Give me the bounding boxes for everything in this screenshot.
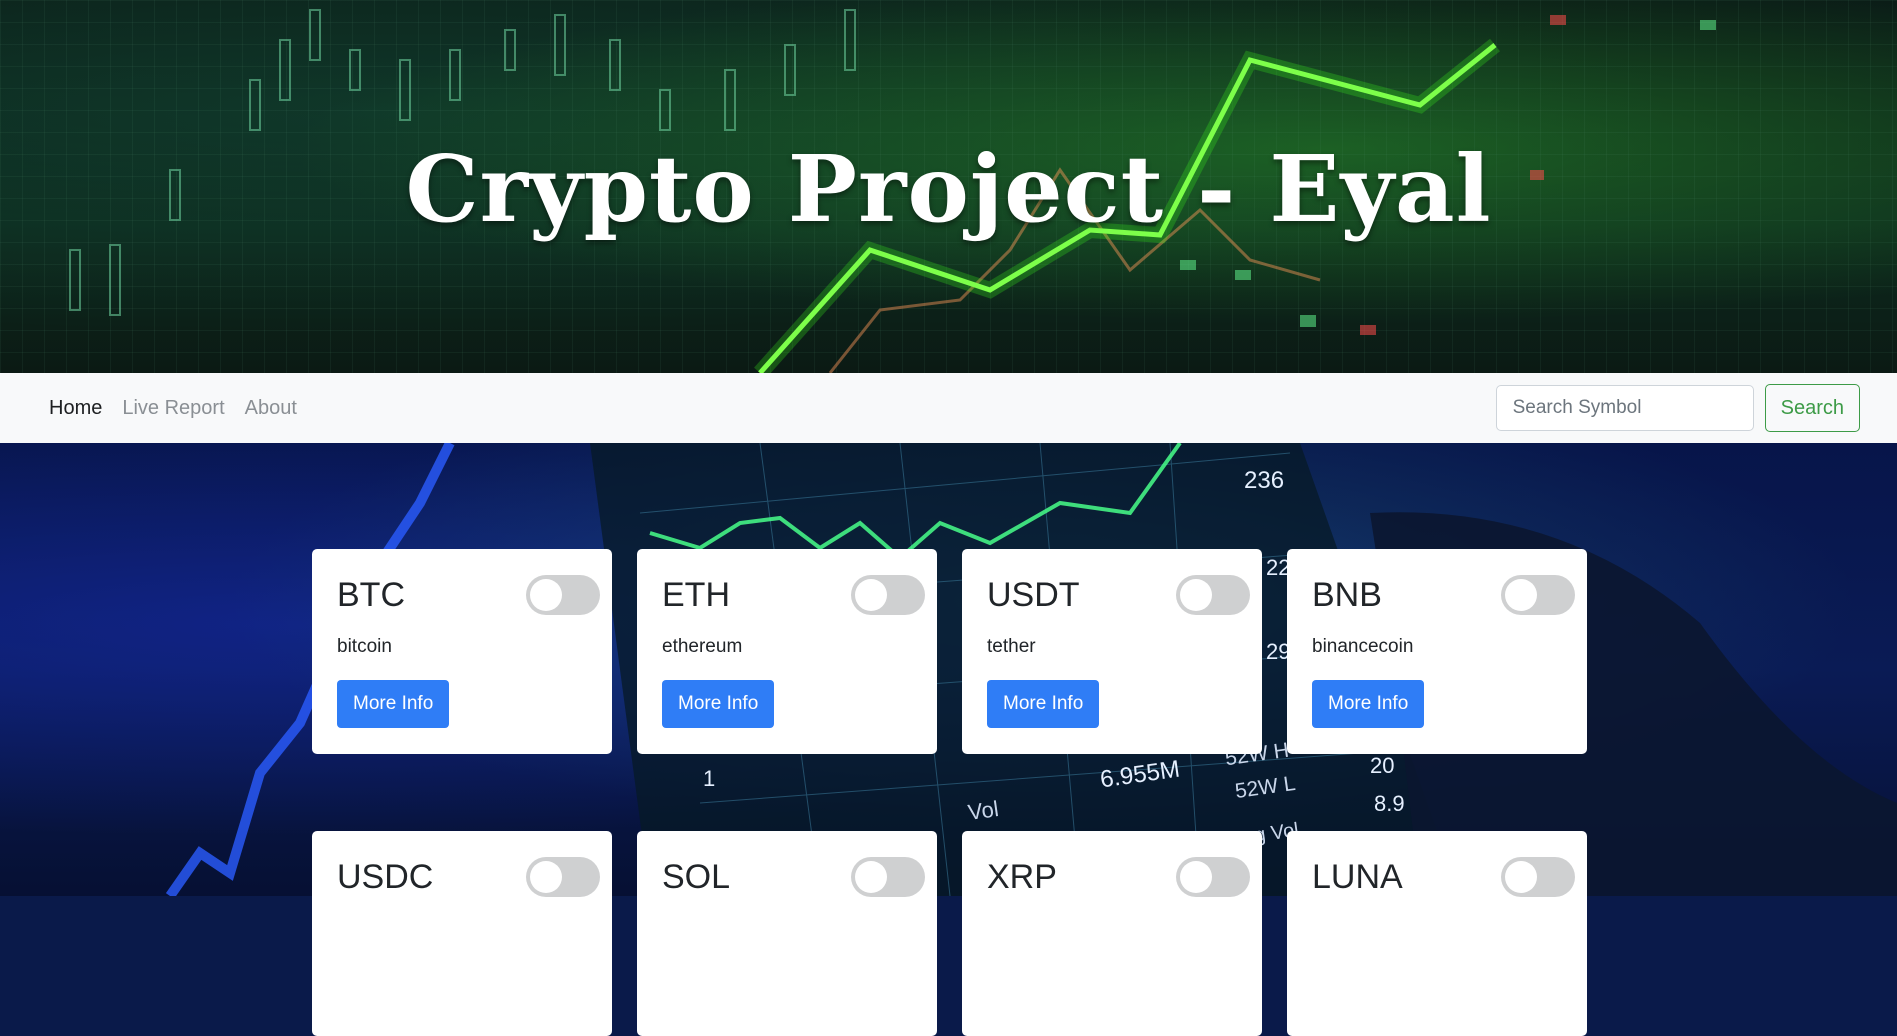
toggle-knob <box>1505 579 1537 611</box>
toggle-knob <box>855 861 887 893</box>
favorite-toggle[interactable] <box>851 575 925 615</box>
favorite-toggle[interactable] <box>1176 575 1250 615</box>
coin-card: USDC <box>312 831 612 1036</box>
coin-name: tether <box>987 636 1036 657</box>
coin-card: ETH ethereum More Info <box>637 549 937 754</box>
coin-card: USDT tether More Info <box>962 549 1262 754</box>
toggle-knob <box>1180 579 1212 611</box>
toggle-knob <box>855 579 887 611</box>
coin-card: LUNA <box>1287 831 1587 1036</box>
coin-name: ethereum <box>662 636 743 657</box>
bg-readout: 236 <box>1244 467 1285 494</box>
search-button[interactable]: Search <box>1764 384 1860 432</box>
favorite-toggle[interactable] <box>526 857 600 897</box>
favorite-toggle[interactable] <box>851 857 925 897</box>
toggle-knob <box>1180 861 1212 893</box>
more-info-button[interactable]: More Info <box>662 680 775 728</box>
coin-name: binancecoin <box>1312 636 1414 657</box>
nav-link-home[interactable]: Home <box>49 397 102 420</box>
search-input[interactable] <box>1495 385 1754 431</box>
page-title: Crypto Project - Eyal <box>405 135 1492 243</box>
toggle-knob <box>1505 861 1537 893</box>
hero-banner: Crypto Project - Eyal <box>0 0 1897 373</box>
nav-link-about[interactable]: About <box>245 397 297 420</box>
coin-card-grid: BTC bitcoin More Info ETH ethereum More … <box>312 549 1587 1036</box>
coin-card: BNB binancecoin More Info <box>1287 549 1587 754</box>
more-info-button[interactable]: More Info <box>1312 680 1425 728</box>
favorite-toggle[interactable] <box>1501 857 1575 897</box>
coin-name: bitcoin <box>337 636 392 657</box>
toggle-knob <box>530 861 562 893</box>
more-info-button[interactable]: More Info <box>337 680 450 728</box>
coin-card: SOL <box>637 831 937 1036</box>
toggle-knob <box>530 579 562 611</box>
navbar: Home Live Report About Search <box>0 373 1897 443</box>
nav-link-live-report[interactable]: Live Report <box>122 397 224 420</box>
coin-card: BTC bitcoin More Info <box>312 549 612 754</box>
coin-card: XRP <box>962 831 1262 1036</box>
favorite-toggle[interactable] <box>1501 575 1575 615</box>
more-info-button[interactable]: More Info <box>987 680 1100 728</box>
favorite-toggle[interactable] <box>1176 857 1250 897</box>
favorite-toggle[interactable] <box>526 575 600 615</box>
